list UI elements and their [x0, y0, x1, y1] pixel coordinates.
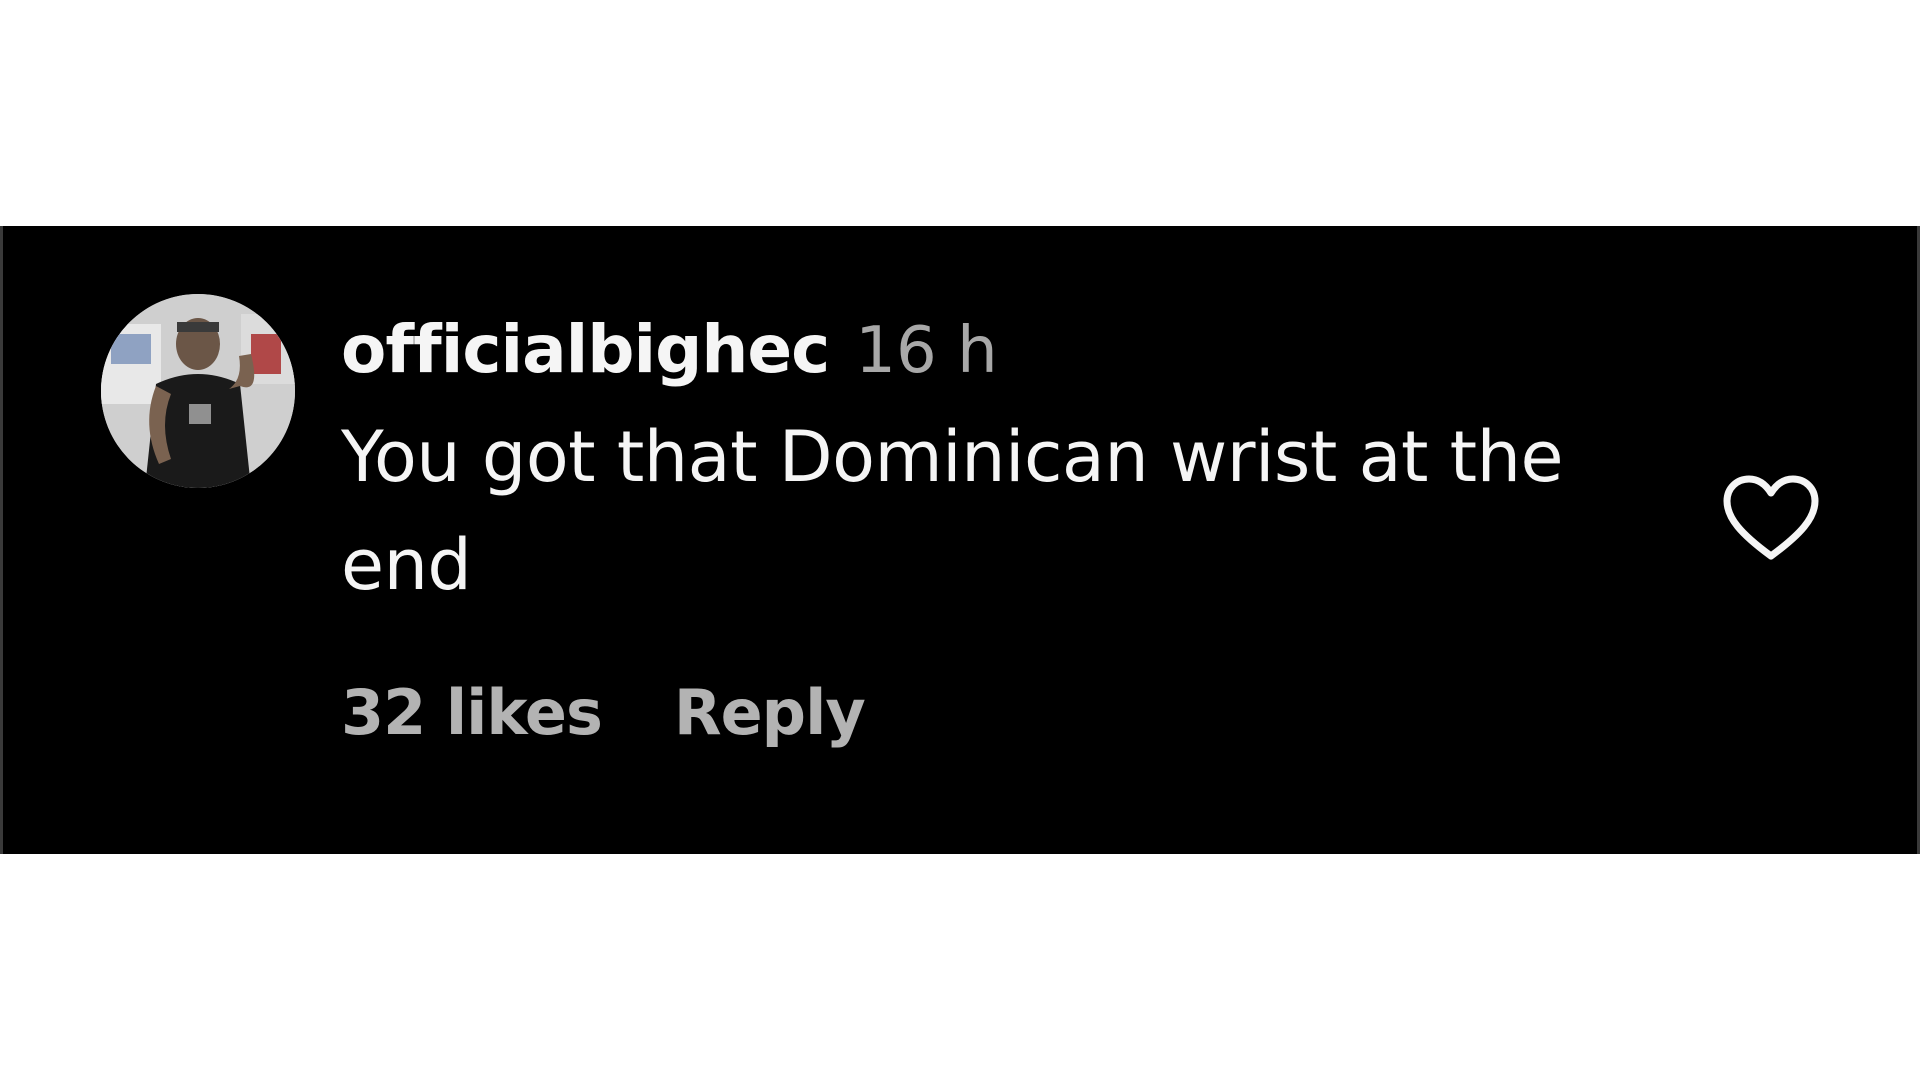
comment-timestamp[interactable]: 16 h [855, 314, 997, 388]
username-link[interactable]: officialbighec [341, 311, 830, 388]
reply-button[interactable]: Reply [674, 676, 866, 749]
avatar-image [101, 294, 295, 488]
comment-text: You got that Dominican wrist at the end [341, 416, 1564, 606]
comment-card: officialbighec 16 h You got that Dominic… [0, 226, 1920, 854]
likes-count-link[interactable]: 32 likes [341, 676, 603, 749]
comment-body: officialbighec 16 h You got that Dominic… [341, 311, 1661, 619]
like-button[interactable] [1721, 474, 1821, 564]
comment-actions: 32 likes Reply [341, 676, 866, 749]
avatar[interactable] [101, 294, 295, 488]
heart-outline-icon [1723, 475, 1819, 560]
comment-header: officialbighec 16 h [341, 311, 1661, 403]
